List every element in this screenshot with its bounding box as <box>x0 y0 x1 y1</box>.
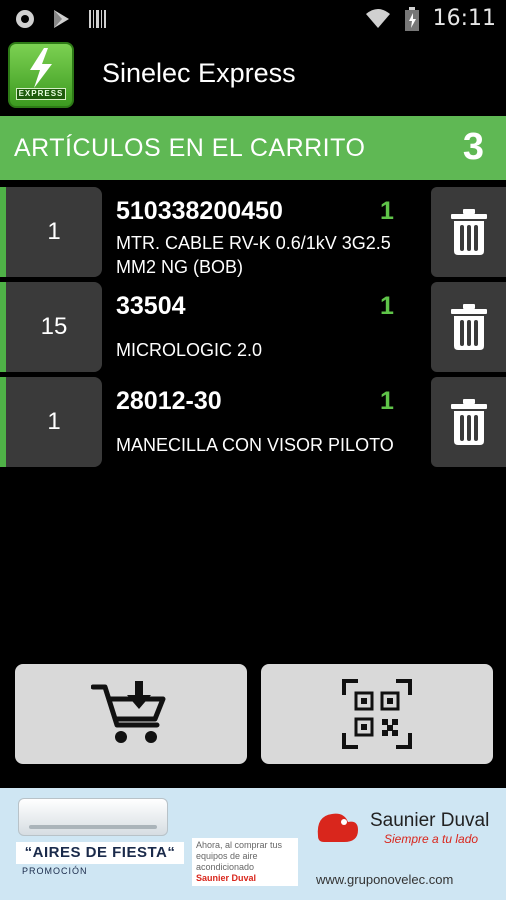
cart-item[interactable]: 1 28012-30 1 MANECILLA CON VISOR PILOTO <box>0 377 506 467</box>
add-to-cart-button[interactable] <box>15 664 247 764</box>
wifi-icon <box>365 8 390 28</box>
lightning-icon <box>30 48 52 88</box>
cart-count: 3 <box>462 126 484 168</box>
promo-title: “AIRES DE FIESTA“ <box>16 842 184 864</box>
logo-badge: EXPRESS <box>16 88 66 100</box>
quantity-button[interactable]: 15 <box>0 282 102 372</box>
air-conditioner-image <box>18 798 168 836</box>
promo-brand: Saunier Duval <box>196 873 257 883</box>
item-code: 28012-30 <box>116 387 222 415</box>
scan-qr-button[interactable] <box>261 664 493 764</box>
item-quantity: 15 <box>40 313 68 340</box>
cart-header: ARTÍCULOS EN EL CARRITO 3 <box>0 116 506 180</box>
trash-icon <box>450 304 487 350</box>
promo-subtitle: PROMOCIÓN <box>22 866 88 876</box>
app-bar: EXPRESS Sinelec Express <box>0 38 506 116</box>
clock: 16:11 <box>432 6 496 31</box>
trash-icon <box>450 399 487 445</box>
website-link[interactable]: www.gruponovelec.com <box>316 872 453 887</box>
item-units: 1 <box>380 387 394 415</box>
item-code: 33504 <box>116 292 186 320</box>
promo-body: Ahora, al comprar tus equipos de aire ac… <box>196 840 283 872</box>
app-logo[interactable]: EXPRESS <box>8 42 74 108</box>
saunier-duval-logo-icon <box>317 813 358 842</box>
cart-header-label: ARTÍCULOS EN EL CARRITO <box>14 134 366 162</box>
cart-item[interactable]: 15 33504 1 MICROLOGIC 2.0 <box>0 282 506 372</box>
item-code: 510338200450 <box>116 197 283 225</box>
battery-icon <box>404 6 419 31</box>
item-description: MTR. CABLE RV-K 0.6/1kV 3G2.5 MM2 NG (BO… <box>116 233 391 277</box>
qr-scan-icon <box>342 679 412 749</box>
item-quantity: 1 <box>47 218 61 245</box>
promo-text: Ahora, al comprar tus equipos de aire ac… <box>192 838 298 886</box>
barcode-notification-icon <box>89 10 106 28</box>
item-quantity: 1 <box>47 408 61 435</box>
cart-download-icon <box>91 681 166 743</box>
delete-button[interactable] <box>431 377 506 467</box>
delete-button[interactable] <box>431 187 506 277</box>
circle-notification-icon <box>16 10 34 28</box>
brand-name: Saunier Duval <box>370 810 490 831</box>
play-store-icon <box>54 10 69 28</box>
item-units: 1 <box>380 197 394 225</box>
app-title: Sinelec Express <box>102 58 296 88</box>
brand-tagline: Siempre a tu lado <box>384 832 479 846</box>
cart-item[interactable]: 1 510338200450 1 MTR. CABLE RV-K 0.6/1kV… <box>0 187 506 277</box>
delete-button[interactable] <box>431 282 506 372</box>
item-description: MANECILLA CON VISOR PILOTO <box>116 435 394 455</box>
trash-icon <box>450 209 487 255</box>
item-units: 1 <box>380 292 394 320</box>
item-description: MICROLOGIC 2.0 <box>116 340 263 360</box>
quantity-button[interactable]: 1 <box>0 187 102 277</box>
status-bar: 16:11 <box>0 0 506 38</box>
quantity-button[interactable]: 1 <box>0 377 102 467</box>
ad-banner[interactable]: “AIRES DE FIESTA“ PROMOCIÓN Ahora, al co… <box>0 788 506 900</box>
